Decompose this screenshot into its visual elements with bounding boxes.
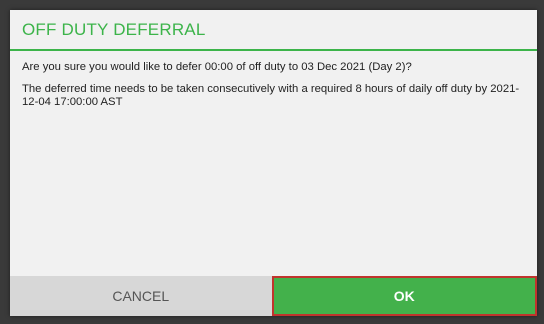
off-duty-deferral-dialog: OFF DUTY DEFERRAL Are you sure you would… bbox=[10, 10, 537, 316]
cancel-button[interactable]: CANCEL bbox=[10, 276, 272, 316]
ok-button[interactable]: OK bbox=[271, 276, 537, 316]
dialog-body: Are you sure you would like to defer 00:… bbox=[10, 51, 537, 276]
confirmation-message: Are you sure you would like to defer 00:… bbox=[22, 61, 412, 73]
dialog-footer: CANCEL OK bbox=[10, 276, 537, 316]
deferral-info-message: The deferred time needs to be taken cons… bbox=[22, 83, 520, 108]
dialog-header: OFF DUTY DEFERRAL bbox=[10, 10, 537, 51]
dialog-title: OFF DUTY DEFERRAL bbox=[22, 19, 206, 39]
